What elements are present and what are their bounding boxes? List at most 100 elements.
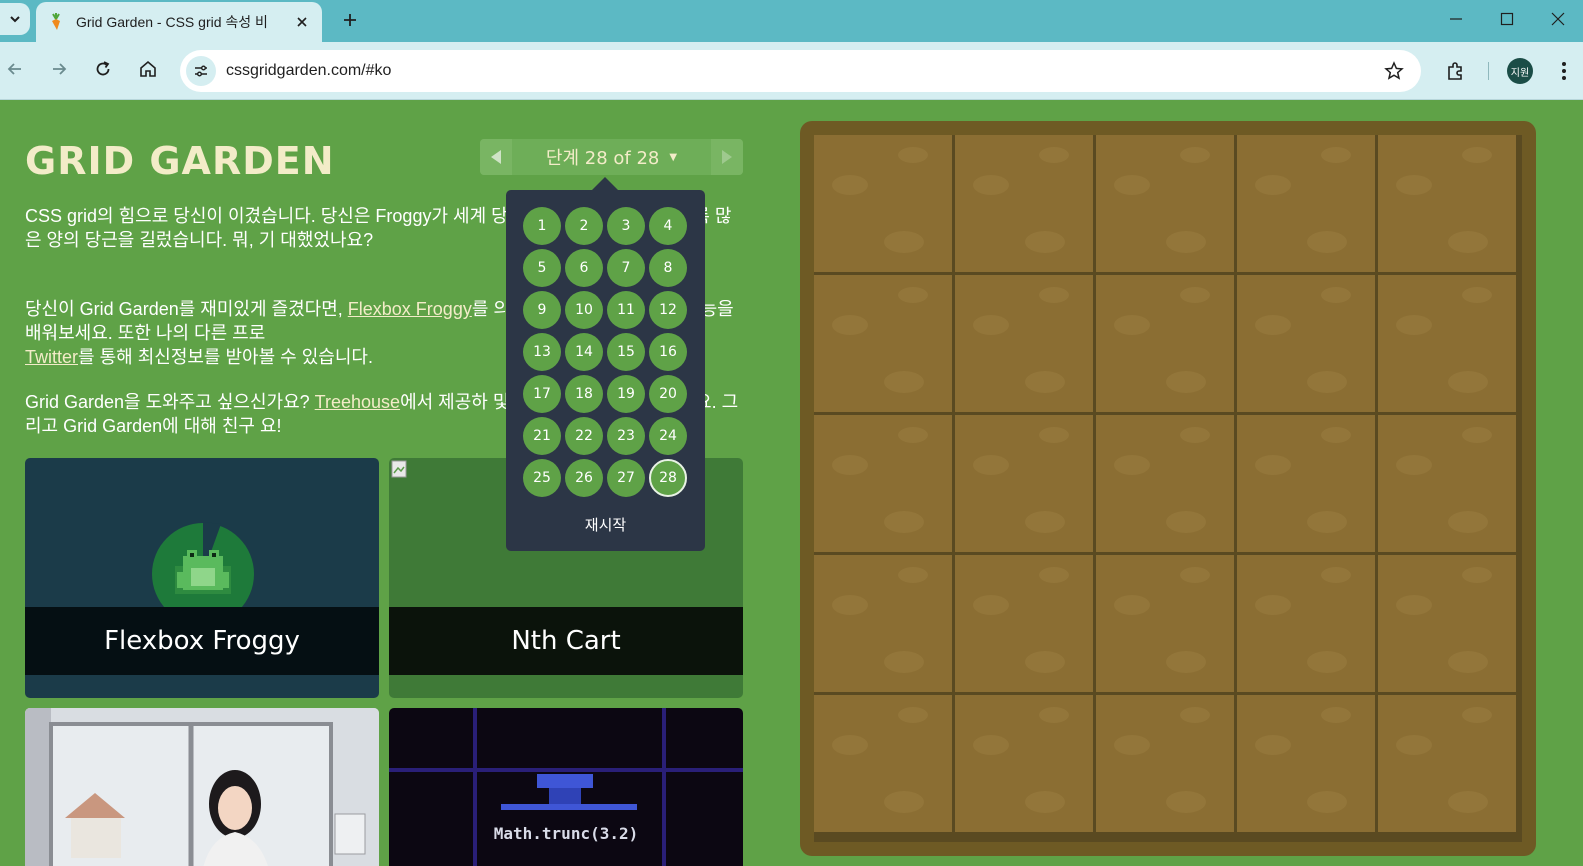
soil-stone	[1039, 567, 1069, 583]
level-button-8[interactable]: 8	[649, 249, 687, 287]
level-button-23[interactable]: 23	[607, 417, 645, 455]
garden-cell	[955, 135, 1093, 272]
bookmark-star-icon[interactable]	[1379, 56, 1409, 86]
previous-level-button[interactable]	[480, 139, 512, 175]
js-game-card[interactable]: Math.trunc(3.2)	[389, 708, 743, 866]
profile-avatar[interactable]: 지원	[1507, 58, 1533, 84]
chevron-down-icon	[10, 16, 20, 23]
level-menu: 28 27 26 25 24 23 22 21 20 19 18 17 16 15 14 13 12 11 10 9 8…	[506, 190, 705, 551]
level-button-22[interactable]: 22	[565, 417, 603, 455]
level-button-6[interactable]: 6	[565, 249, 603, 287]
garden-cell	[1237, 415, 1375, 552]
level-button-15[interactable]: 15	[607, 333, 645, 371]
soil-stone	[884, 231, 924, 253]
soil-stone	[1039, 427, 1069, 443]
level-button-28[interactable]: 28	[649, 459, 687, 497]
soil-stone	[1307, 651, 1347, 673]
level-button-19[interactable]: 19	[607, 375, 645, 413]
garden-board	[800, 121, 1536, 856]
soil-stone	[1166, 791, 1206, 813]
back-button[interactable]	[0, 54, 30, 84]
soil-stone	[1166, 511, 1206, 533]
level-button-11[interactable]: 11	[607, 291, 645, 329]
toolbar-divider	[1488, 62, 1489, 80]
soil-stone	[1255, 455, 1291, 475]
extensions-button[interactable]	[1440, 56, 1470, 86]
soil-stone	[832, 735, 868, 755]
level-button-27[interactable]: 27	[607, 459, 645, 497]
soil-stone	[884, 371, 924, 393]
soil-stone	[898, 567, 928, 583]
home-icon	[140, 60, 156, 77]
level-button-12[interactable]: 12	[649, 291, 687, 329]
soil-stone	[1396, 455, 1432, 475]
site-logo: GRID GARDEN	[25, 139, 335, 183]
site-info-icon[interactable]	[186, 56, 216, 86]
home-button[interactable]	[133, 54, 163, 84]
level-button-3[interactable]: 3	[607, 207, 645, 245]
level-button-5[interactable]: 5	[523, 249, 561, 287]
soil-stone	[832, 315, 868, 335]
level-button-7[interactable]: 7	[607, 249, 645, 287]
new-tab-button[interactable]	[336, 6, 364, 34]
browser-tab[interactable]: Grid Garden - CSS grid 속성 비	[36, 2, 322, 42]
soil-stone	[1396, 315, 1432, 335]
level-button-26[interactable]: 26	[565, 459, 603, 497]
level-button-2[interactable]: 2	[565, 207, 603, 245]
window-close-button[interactable]	[1538, 4, 1578, 34]
level-button-1[interactable]: 1	[523, 207, 561, 245]
twitter-link[interactable]: Twitter	[25, 347, 78, 367]
level-button-13[interactable]: 13	[523, 333, 561, 371]
level-indicator[interactable]: 단계 28 of 28 ▼	[512, 139, 711, 175]
maximize-button[interactable]	[1487, 4, 1527, 34]
soil-stone	[1448, 791, 1488, 813]
game-card-illustration[interactable]	[25, 708, 379, 866]
level-button-10[interactable]: 10	[565, 291, 603, 329]
soil-stone	[1114, 735, 1150, 755]
flexbox-froggy-link[interactable]: Flexbox Froggy	[348, 299, 472, 319]
forward-button[interactable]	[44, 54, 74, 84]
level-button-9[interactable]: 9	[523, 291, 561, 329]
carrot-favicon-icon	[48, 13, 64, 31]
treehouse-link[interactable]: Treehouse	[315, 392, 400, 412]
soil-stone	[973, 315, 1009, 335]
soil-stone	[1180, 427, 1210, 443]
room-illustration-icon	[25, 708, 379, 866]
soil-stone	[1396, 595, 1432, 615]
address-bar[interactable]: cssgridgarden.com/#ko	[180, 50, 1421, 92]
soil-stone	[1180, 287, 1210, 303]
soil-stone	[1321, 287, 1351, 303]
page-content: GRID GARDEN 단계 28 of 28 ▼ CSS grid의 힘으로 …	[0, 101, 1583, 866]
soil-stone	[884, 791, 924, 813]
browser-menu-icon[interactable]	[1556, 58, 1572, 84]
soil-stone	[973, 595, 1009, 615]
garden-cell	[1378, 555, 1516, 692]
tab-close-icon[interactable]	[292, 12, 312, 32]
soil-stone	[973, 455, 1009, 475]
minimize-button[interactable]	[1436, 4, 1476, 34]
tab-search-button[interactable]	[0, 3, 30, 35]
flexbox-froggy-card[interactable]: Flexbox Froggy	[25, 458, 379, 698]
garden-cell	[955, 695, 1093, 832]
soil-stone	[1039, 147, 1069, 163]
level-button-20[interactable]: 20	[649, 375, 687, 413]
level-button-14[interactable]: 14	[565, 333, 603, 371]
level-button-18[interactable]: 18	[565, 375, 603, 413]
level-button-17[interactable]: 17	[523, 375, 561, 413]
level-button-25[interactable]: 25	[523, 459, 561, 497]
soil-stone	[1114, 175, 1150, 195]
soil-stone	[898, 707, 928, 723]
level-button-4[interactable]: 4	[649, 207, 687, 245]
level-button-21[interactable]: 21	[523, 417, 561, 455]
garden-cell	[1378, 415, 1516, 552]
soil-stone	[1396, 735, 1432, 755]
browser-toolbar: cssgridgarden.com/#ko 지원	[0, 42, 1583, 100]
restart-button[interactable]: 재시작	[506, 514, 705, 535]
soil-stone	[973, 735, 1009, 755]
reload-button[interactable]	[88, 54, 118, 84]
level-button-16[interactable]: 16	[649, 333, 687, 371]
next-level-button[interactable]	[711, 139, 743, 175]
level-button-24[interactable]: 24	[649, 417, 687, 455]
caret-down-icon: ▼	[669, 151, 678, 163]
url-text[interactable]: cssgridgarden.com/#ko	[226, 62, 1379, 80]
